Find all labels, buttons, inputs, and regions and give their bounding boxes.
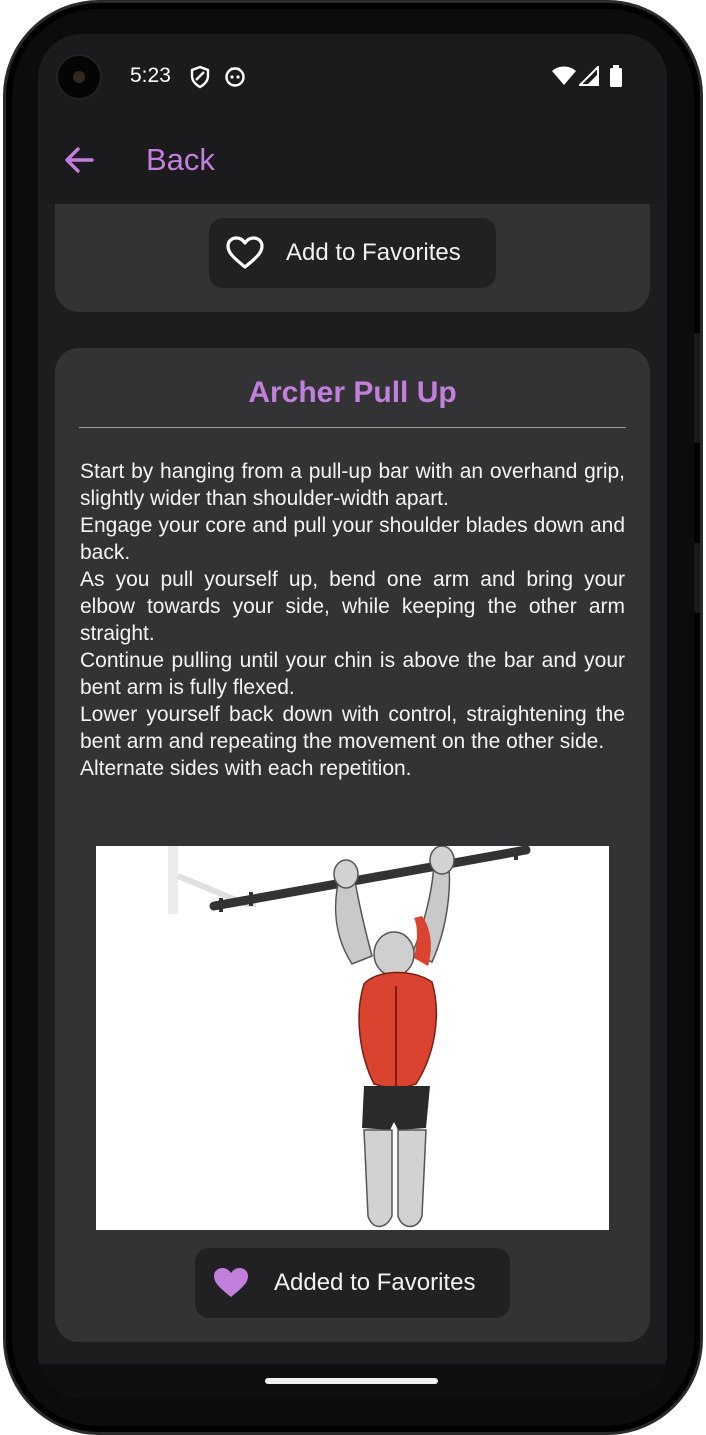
exercise-instructions: Start by hanging from a pull-up bar with…	[80, 458, 625, 782]
instruction-step: Lower yourself back down with control, s…	[80, 703, 625, 753]
add-to-favorites-label: Add to Favorites	[286, 239, 461, 266]
instruction-step: Start by hanging from a pull-up bar with…	[80, 460, 625, 510]
heart-outline-icon	[226, 236, 264, 269]
instruction-step: Alternate sides with each repetition.	[80, 757, 412, 780]
status-time: 5:23	[130, 64, 171, 87]
battery-icon	[610, 65, 622, 87]
app-bar: Back	[38, 120, 667, 204]
arrow-left-icon[interactable]	[64, 146, 94, 174]
power-button	[694, 543, 700, 613]
exercise-title: Archer Pull Up	[248, 376, 457, 409]
volume-button	[694, 333, 700, 443]
instruction-step: Engage your core and pull your shoulder …	[80, 514, 625, 564]
instruction-step: Continue pulling until your chin is abov…	[80, 649, 625, 699]
home-indicator[interactable]	[265, 1378, 438, 1384]
instruction-step: As you pull yourself up, bend one arm an…	[80, 568, 625, 645]
exercise-card: Archer Pull Up Start by hanging from a p…	[55, 348, 650, 1342]
status-bar: 5:23	[38, 34, 667, 120]
signal-icon	[579, 66, 599, 86]
title-divider	[79, 427, 626, 428]
heart-filled-icon	[214, 1268, 248, 1297]
pull-up-figure	[168, 846, 531, 1228]
exercise-illustration	[96, 846, 609, 1230]
added-to-favorites-label: Added to Favorites	[274, 1269, 476, 1296]
front-camera	[58, 56, 100, 98]
add-to-favorites-button[interactable]: Add to Favorites	[209, 218, 496, 288]
screen: 5:23 Back Add to Favorites Archer Pull U…	[38, 34, 667, 1398]
wifi-icon	[552, 66, 576, 85]
face-icon	[225, 67, 245, 87]
back-button[interactable]: Back	[146, 142, 215, 178]
exercise-list[interactable]: Add to Favorites Archer Pull Up Start by…	[38, 204, 667, 1364]
added-to-favorites-button[interactable]: Added to Favorites	[195, 1248, 510, 1318]
shield-icon	[190, 65, 210, 89]
exercise-card-previous: Add to Favorites	[55, 204, 650, 312]
